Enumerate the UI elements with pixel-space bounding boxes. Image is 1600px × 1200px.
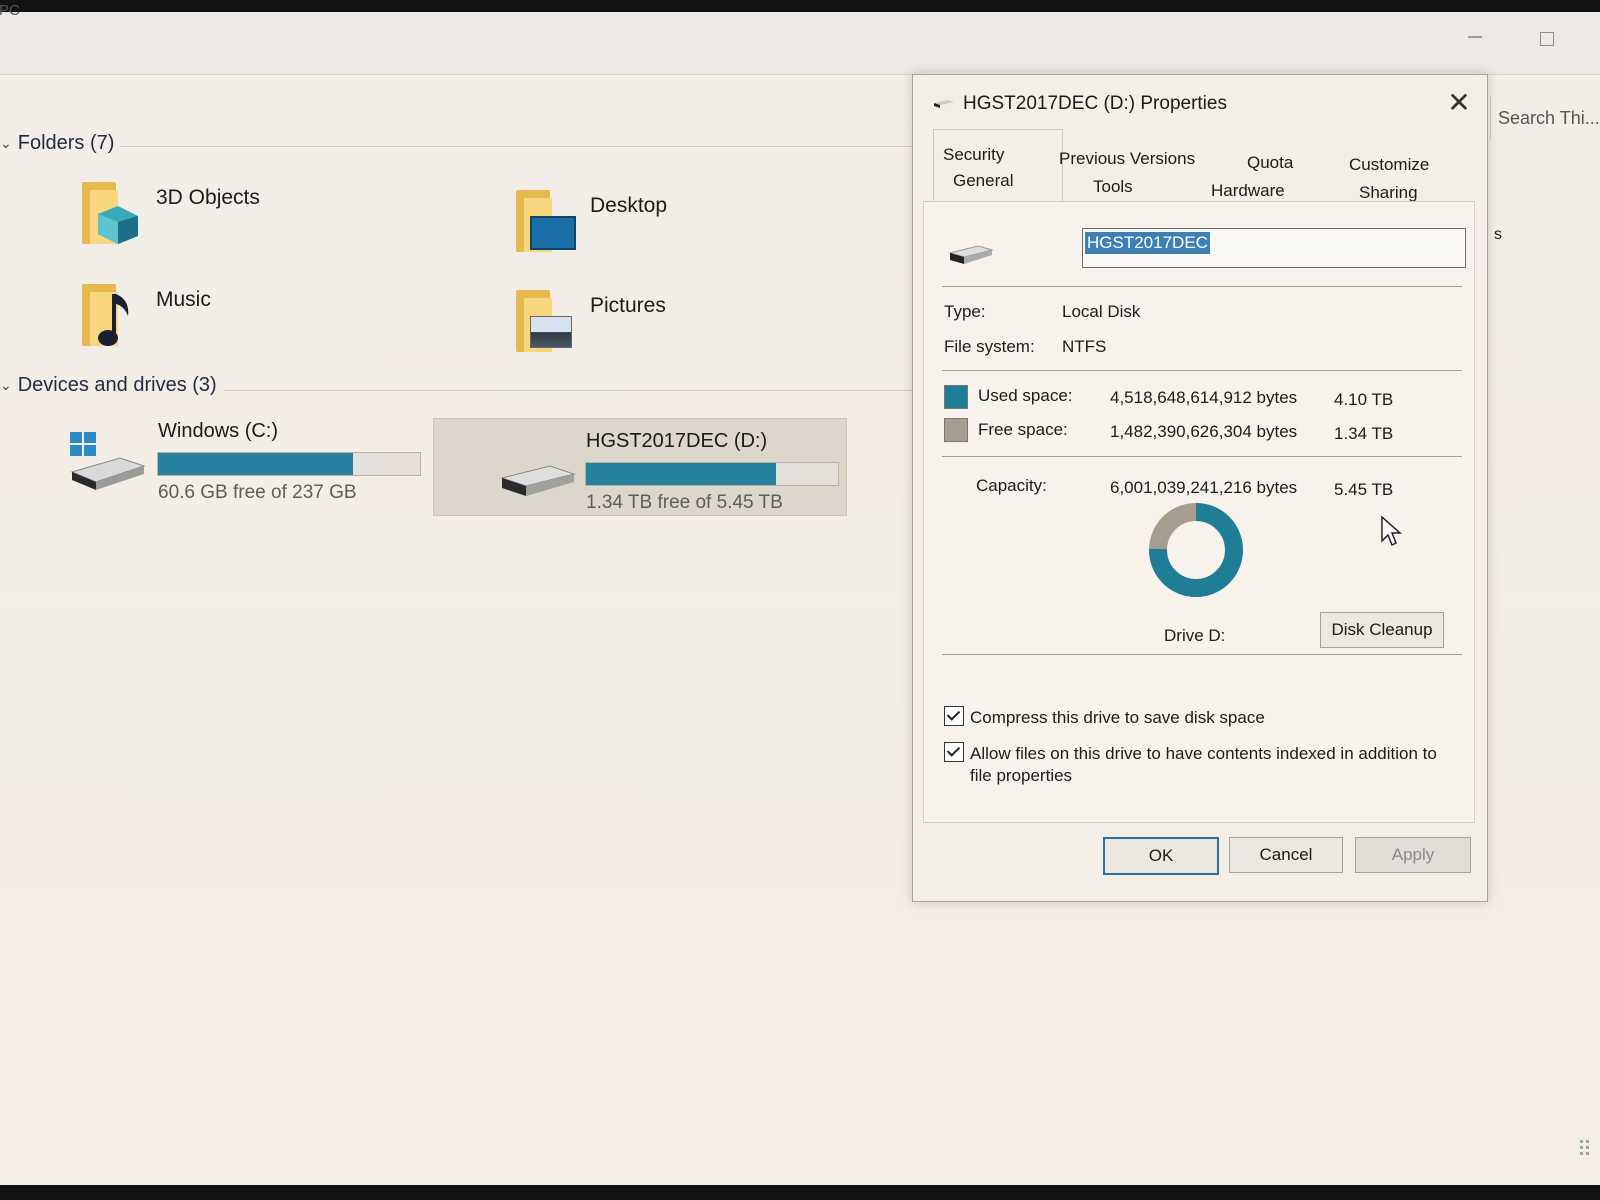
minimize-button[interactable] — [1468, 36, 1482, 38]
hdd-icon — [934, 100, 954, 108]
file-system-value: NTFS — [1062, 337, 1107, 356]
compress-checkbox[interactable] — [944, 706, 964, 726]
section-divider — [224, 390, 924, 391]
apply-button[interactable]: Apply — [1355, 837, 1471, 873]
pictures-folder-icon — [510, 286, 576, 352]
compress-label: Compress this drive to save disk space — [970, 708, 1265, 727]
properties-dialog: HGST2017DEC (D:) Properties ✕ Security P… — [912, 74, 1488, 902]
folders-header-label: Folders (7) — [17, 132, 115, 154]
tab-quota[interactable]: Quota — [1247, 153, 1293, 173]
capacity-label: Capacity: — [976, 476, 1047, 495]
drive-item-d-content[interactable]: HGST2017DEC (D:) 1.34 TB free of 5.45 TB — [500, 428, 840, 518]
folder-item-pictures[interactable]: Pictures — [510, 286, 666, 352]
3d-objects-folder-icon — [76, 178, 142, 244]
window-title: is PC — [0, 2, 20, 19]
type-label: Type: — [944, 302, 986, 321]
drive-name-value: HGST2017DEC — [1085, 232, 1210, 254]
folder-label: Desktop — [590, 194, 668, 217]
tab-general[interactable]: General — [953, 171, 1013, 191]
general-tab-panel: HGST2017DEC Type: Local Disk File system… — [923, 201, 1475, 823]
folder-item-3d-objects[interactable]: 3D Objects — [76, 178, 260, 244]
folder-item-desktop[interactable]: Desktop — [510, 186, 667, 252]
file-system-label: File system: — [944, 337, 1035, 356]
drive-free-text: 1.34 TB free of 5.45 TB — [586, 492, 783, 513]
partial-text: s — [1494, 226, 1502, 243]
drive-free-text: 60.6 GB free of 237 GB — [158, 482, 357, 503]
type-value: Local Disk — [1062, 302, 1141, 321]
index-label-line2: file properties — [970, 766, 1073, 785]
folder-label: 3D Objects — [156, 186, 260, 209]
ok-button[interactable]: OK — [1103, 837, 1219, 875]
desktop-folder-icon — [510, 186, 576, 252]
folder-label: Pictures — [590, 294, 666, 317]
free-space-label: Free space: — [978, 420, 1068, 439]
folders-section-header[interactable]: ⌄ Folders (7) — [0, 132, 114, 155]
separator — [942, 456, 1462, 457]
separator — [942, 370, 1462, 371]
cancel-button[interactable]: Cancel — [1229, 837, 1343, 873]
tab-hardware[interactable]: Hardware — [1211, 181, 1285, 201]
drive-item-c[interactable]: Windows (C:) 60.6 GB free of 237 GB — [60, 420, 430, 510]
hdd-icon — [948, 245, 994, 264]
bottom-screen-edge — [0, 1185, 1600, 1200]
drive-name-field[interactable]: HGST2017DEC — [1082, 228, 1466, 268]
devices-section-header[interactable]: ⌄ Devices and drives (3) — [0, 374, 217, 397]
devices-header-label: Devices and drives (3) — [17, 374, 217, 396]
section-divider — [120, 146, 920, 147]
close-button[interactable]: ✕ — [1445, 89, 1473, 117]
drive-name: Windows (C:) — [158, 420, 279, 442]
used-space-bytes: 4,518,648,614,912 bytes — [1110, 388, 1298, 407]
explorer-title-bar: is PC — [0, 2, 1600, 75]
index-checkbox[interactable] — [944, 742, 964, 762]
drive-usage-bar — [157, 452, 421, 476]
disk-usage-donut-chart — [1149, 503, 1243, 597]
free-space-bytes: 1,482,390,626,304 bytes — [1110, 422, 1298, 441]
tab-previous-versions[interactable]: Previous Versions — [1059, 149, 1195, 169]
mouse-pointer-icon — [1381, 515, 1402, 547]
separator — [942, 286, 1462, 287]
index-label-line1: Allow files on this drive to have conten… — [970, 744, 1437, 763]
used-space-label: Used space: — [978, 386, 1073, 405]
free-space-swatch — [944, 418, 968, 442]
hdd-icon — [500, 465, 576, 496]
windows-drive-icon — [70, 432, 146, 490]
folder-label: Music — [156, 288, 211, 311]
chevron-down-icon: ⌄ — [0, 135, 12, 151]
top-screen-edge — [0, 0, 1600, 12]
drive-usage-fill — [586, 463, 776, 485]
drive-label: Drive D: — [1164, 626, 1226, 645]
tab-tools[interactable]: Tools — [1093, 177, 1133, 197]
capacity-size: 5.45 TB — [1334, 480, 1394, 499]
tab-sharing[interactable]: Sharing — [1359, 183, 1418, 203]
tab-general-frame — [933, 129, 1063, 202]
disk-cleanup-button[interactable]: Disk Cleanup — [1320, 612, 1444, 648]
drive-usage-bar — [585, 462, 839, 486]
resize-grip-icon[interactable] — [1578, 1138, 1594, 1162]
capacity-bytes: 6,001,039,241,216 bytes — [1110, 478, 1298, 497]
tab-customize[interactable]: Customize — [1349, 155, 1429, 175]
folder-item-music[interactable]: Music — [76, 280, 211, 346]
separator — [942, 654, 1462, 655]
music-folder-icon — [76, 280, 142, 346]
free-space-size: 1.34 TB — [1334, 424, 1394, 443]
chevron-down-icon: ⌄ — [0, 377, 12, 393]
used-space-swatch — [944, 385, 968, 409]
tab-security[interactable]: Security — [943, 145, 1004, 165]
used-space-size: 4.10 TB — [1334, 390, 1394, 409]
dialog-title: HGST2017DEC (D:) Properties — [963, 93, 1227, 114]
drive-usage-fill — [158, 453, 353, 475]
drive-name: HGST2017DEC (D:) — [586, 430, 768, 452]
restore-button[interactable] — [1540, 32, 1554, 46]
search-input[interactable]: Search Thi... — [1498, 108, 1600, 129]
